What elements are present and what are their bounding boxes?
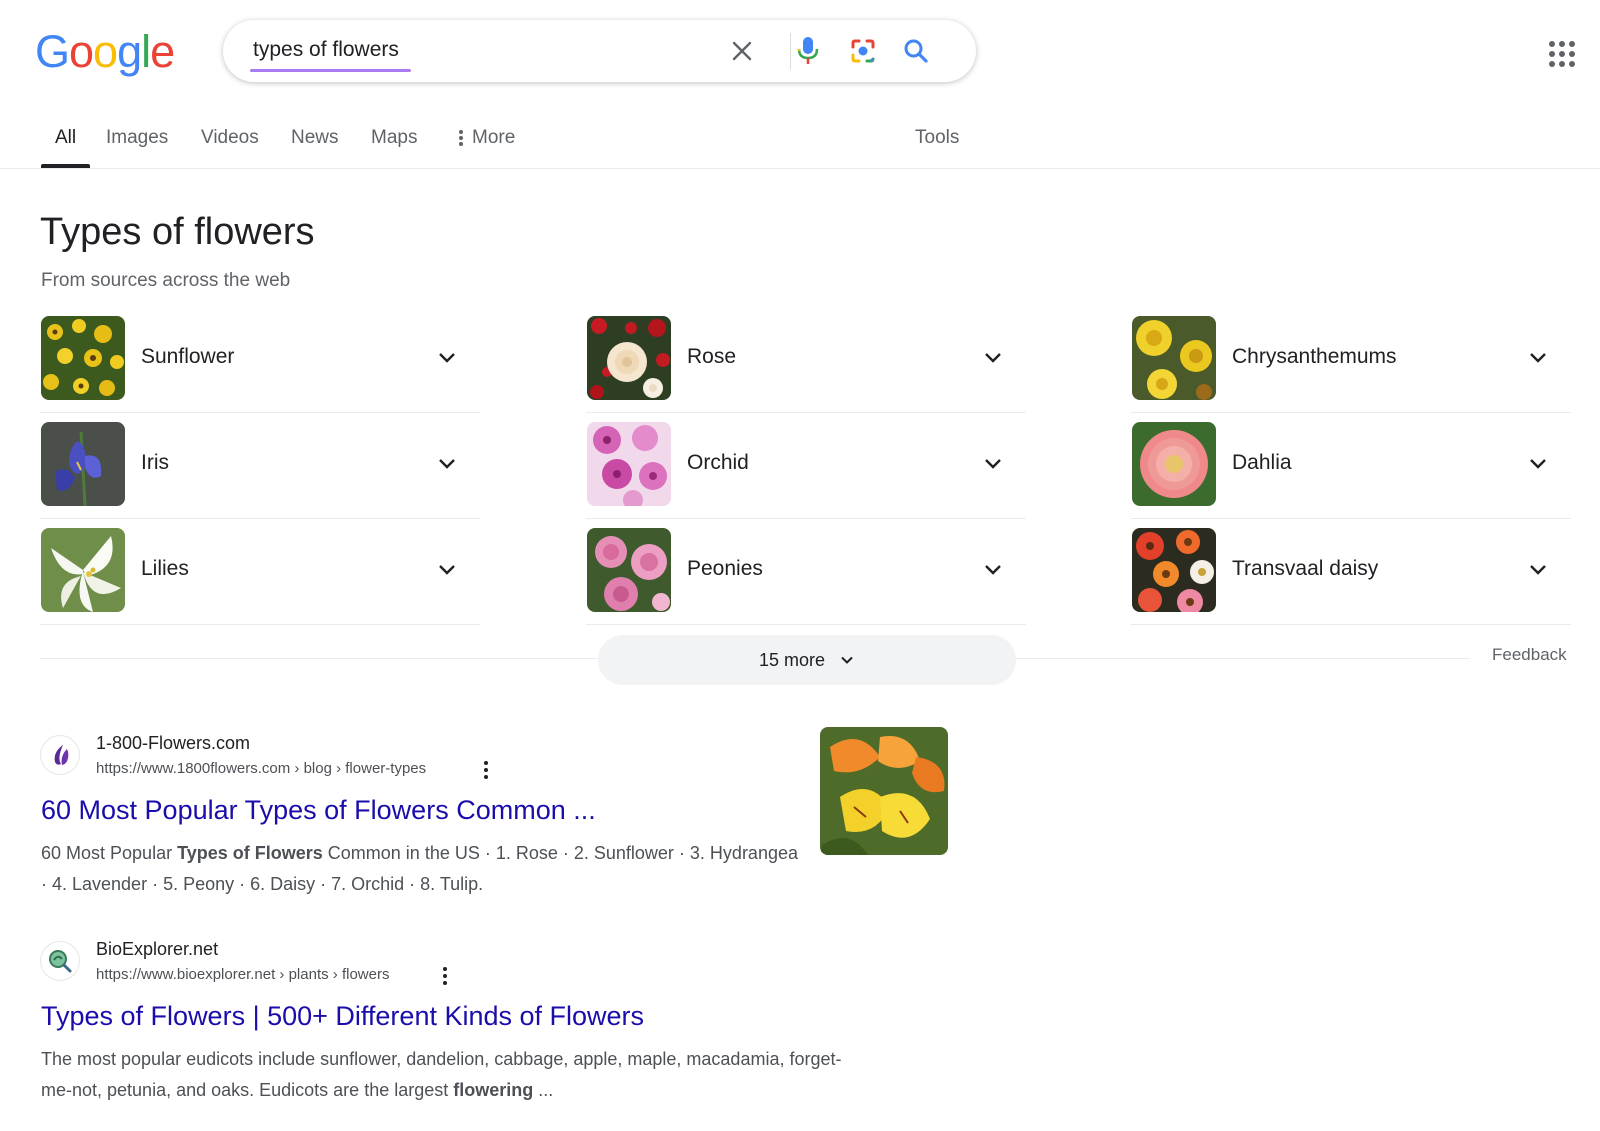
logo-letter: e xyxy=(150,26,175,77)
logo-letter: o xyxy=(93,26,118,77)
logo-letter: l xyxy=(141,26,151,77)
chevron-down-icon xyxy=(841,656,853,664)
flower-label: Transvaal daisy xyxy=(1232,557,1379,580)
tab-maps[interactable]: Maps xyxy=(371,127,417,149)
flower-item-lilies[interactable]: Lilies xyxy=(40,519,480,625)
flower-label: Sunflower xyxy=(141,345,235,368)
search-icon[interactable] xyxy=(899,34,933,68)
tab-all[interactable]: All xyxy=(55,127,76,149)
close-icon[interactable] xyxy=(725,34,759,68)
search-input[interactable]: types of flowers xyxy=(253,38,399,62)
result-thumbnail[interactable] xyxy=(820,727,948,855)
search-box[interactable]: types of flowers xyxy=(223,20,976,82)
dahlia-thumbnail xyxy=(1132,422,1216,506)
site-favicon xyxy=(40,941,80,981)
flower-item-transvaal-daisy[interactable]: Transvaal daisy xyxy=(1131,519,1571,625)
spellcheck-underline xyxy=(250,69,411,72)
flower-label: Rose xyxy=(687,345,737,368)
logo-letter: o xyxy=(69,26,94,77)
flower-item-sunflower[interactable]: Sunflower xyxy=(40,307,480,413)
feedback-link[interactable]: Feedback xyxy=(1492,645,1567,665)
tab-more[interactable]: More xyxy=(458,127,515,149)
result-snippet: 60 Most Popular Types of Flowers Common … xyxy=(41,843,798,894)
mic-icon[interactable] xyxy=(791,34,825,68)
chevron-down-icon xyxy=(439,353,455,363)
result-snippet: The most popular eudicots include sunflo… xyxy=(41,1049,842,1100)
lens-icon[interactable] xyxy=(846,34,880,68)
flower-item-chrysanthemums[interactable]: Chrysanthemums xyxy=(1131,307,1571,413)
more-options-icon[interactable] xyxy=(480,759,492,781)
search-tabs: All Images Videos News Maps More Tools xyxy=(0,110,1600,169)
site-name[interactable]: BioExplorer.net xyxy=(96,939,218,960)
sunflower-thumbnail xyxy=(41,316,125,400)
site-url[interactable]: https://www.bioexplorer.net › plants › f… xyxy=(96,966,389,983)
chevron-down-icon xyxy=(439,565,455,575)
chevron-down-icon xyxy=(1530,565,1546,575)
google-logo[interactable]: Google xyxy=(35,26,175,77)
flower-label: Chrysanthemums xyxy=(1232,345,1397,368)
chevron-down-icon xyxy=(1530,459,1546,469)
flower-label: Iris xyxy=(141,451,169,474)
result-title-link[interactable]: 60 Most Popular Types of Flowers Common … xyxy=(41,795,596,826)
flower-item-peonies[interactable]: Peonies xyxy=(586,519,1026,625)
chevron-down-icon xyxy=(439,459,455,469)
knowledge-title: Types of flowers xyxy=(40,211,315,253)
flower-label: Lilies xyxy=(141,557,189,580)
more-vert-icon xyxy=(459,130,463,146)
chevron-down-icon xyxy=(1530,353,1546,363)
tab-more-label: More xyxy=(472,127,516,148)
logo-letter: g xyxy=(117,26,142,77)
flower-item-rose[interactable]: Rose xyxy=(586,307,1026,413)
knowledge-subtitle: From sources across the web xyxy=(41,270,291,291)
rose-thumbnail xyxy=(587,316,671,400)
result-title-link[interactable]: Types of Flowers | 500+ Different Kinds … xyxy=(41,1001,644,1032)
flower-label: Peonies xyxy=(687,557,763,580)
flower-item-orchid[interactable]: Orchid xyxy=(586,413,1026,519)
transvaal-daisy-thumbnail xyxy=(1132,528,1216,612)
active-tab-indicator xyxy=(41,164,90,168)
iris-thumbnail xyxy=(41,422,125,506)
chevron-down-icon xyxy=(985,353,1001,363)
tab-videos[interactable]: Videos xyxy=(201,127,259,149)
tab-images[interactable]: Images xyxy=(106,127,168,149)
lilies-thumbnail xyxy=(41,528,125,612)
flower-label: Orchid xyxy=(687,451,749,474)
chrysanthemums-thumbnail xyxy=(1132,316,1216,400)
site-favicon xyxy=(40,735,80,775)
tab-news[interactable]: News xyxy=(291,127,339,149)
flower-label: Dahlia xyxy=(1232,451,1292,474)
tools-button[interactable]: Tools xyxy=(915,127,959,149)
flower-item-dahlia[interactable]: Dahlia xyxy=(1131,413,1571,519)
orchid-thumbnail xyxy=(587,422,671,506)
site-name[interactable]: 1-800-Flowers.com xyxy=(96,733,250,754)
site-url[interactable]: https://www.1800flowers.com › blog › flo… xyxy=(96,760,426,777)
chevron-down-icon xyxy=(985,459,1001,469)
logo-letter: G xyxy=(35,26,70,77)
flower-item-iris[interactable]: Iris xyxy=(40,413,480,519)
more-options-icon[interactable] xyxy=(439,965,451,987)
chevron-down-icon xyxy=(985,565,1001,575)
show-more-button[interactable]: 15 more xyxy=(598,635,1016,685)
peonies-thumbnail xyxy=(587,528,671,612)
apps-grid-icon[interactable] xyxy=(1548,40,1576,68)
show-more-label: 15 more xyxy=(758,649,826,670)
